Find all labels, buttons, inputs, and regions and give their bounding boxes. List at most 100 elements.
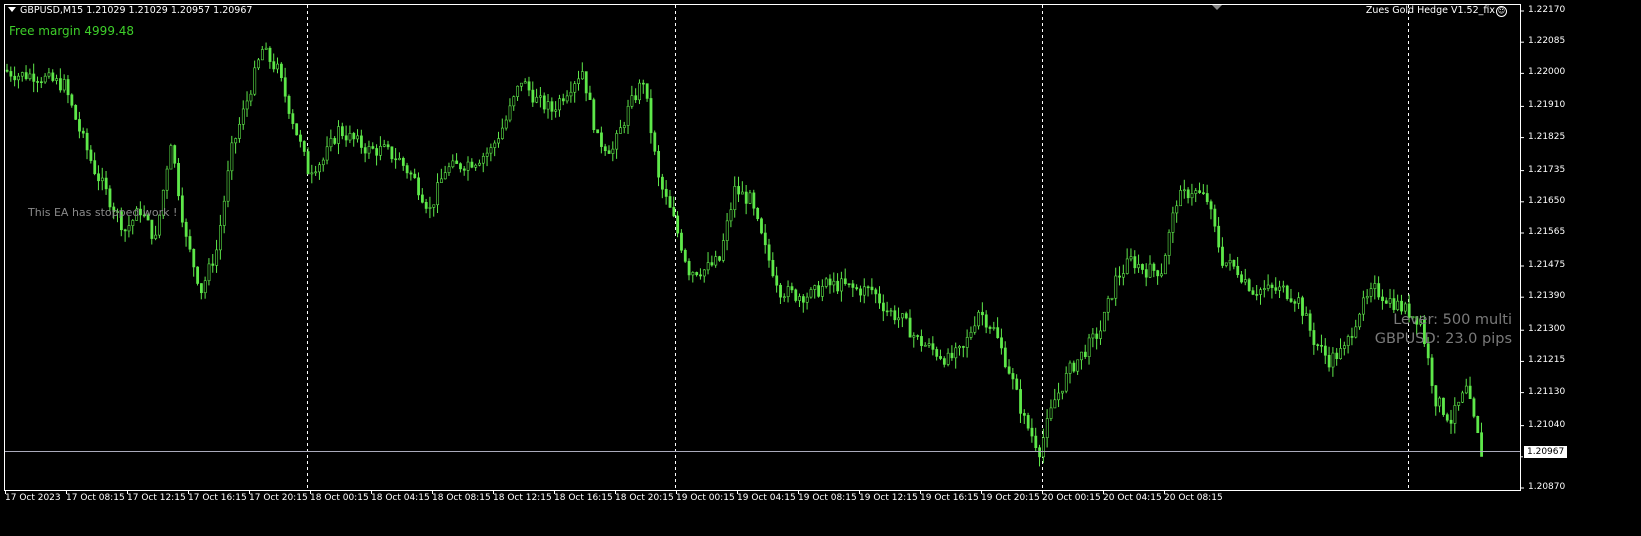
candle-body [1011,373,1015,380]
candle-body [398,157,401,161]
price-chart[interactable] [0,0,1641,536]
candle-body [607,150,611,154]
candle-body [1320,345,1323,347]
candle-body [409,172,413,175]
candle-body [1072,362,1076,372]
candle-body [798,296,801,301]
candle-body [916,335,920,337]
candle-body [9,71,13,77]
candle-body [988,326,992,329]
candle-body [855,287,859,290]
candle-body [1144,269,1148,278]
candle-body [1102,311,1106,332]
candle-body [104,177,108,190]
candle-body [203,280,207,294]
candle-body [969,331,973,338]
candle-body [314,171,318,174]
candle-body [47,72,51,77]
candle-body [603,146,607,152]
candle-body [954,347,958,359]
candle-body [241,108,245,125]
candle-body [1076,359,1080,372]
ea-name-label[interactable]: Zues Gold Hedge V1.52_fix ☺ [1366,5,1507,17]
candle-body [401,157,405,166]
candle-body [424,201,428,209]
candle-body [428,207,432,209]
candle-body [996,327,1000,339]
candle-body [866,286,870,289]
candle [1472,396,1476,419]
candle-body [630,95,634,107]
candle-body [942,358,946,365]
candle-body [230,142,234,172]
smiley-icon[interactable]: ☺ [1496,6,1507,17]
candle-body [344,135,348,141]
candle-body [965,337,969,348]
candle-body [1061,390,1064,394]
candle-body [443,172,447,180]
candle-body [17,75,20,81]
candle-body [1053,399,1057,409]
candle-body [1045,418,1049,438]
price-tick-label: 1.21390 [1528,291,1566,302]
candle-body [1297,297,1301,304]
candle-body [1141,264,1144,270]
candle-body [200,283,203,294]
candle-body [851,283,855,288]
candle-body [1007,366,1011,374]
candle-body [1476,416,1480,434]
candle-body [462,168,466,171]
candle-body [981,311,984,316]
candle-body [889,310,893,313]
candle-body [1205,193,1209,202]
price-tick-label: 1.21475 [1528,260,1566,270]
candle-body [1091,333,1095,339]
candle-body [497,138,500,144]
candle-body [1083,351,1087,357]
candle-body [196,266,200,284]
candle-body [813,285,817,290]
time-tick-label: 17 Oct 20:15 [249,493,308,503]
candle-body [508,105,512,121]
candle-body [165,168,169,191]
candle-body [1449,419,1453,424]
candle-body [862,286,866,296]
candle-body [131,220,135,226]
candle-body [710,262,714,266]
candle-body [1263,288,1266,290]
price-tick-label: 1.21565 [1528,226,1566,237]
candle-body [13,75,17,81]
candle-body [527,81,531,91]
price-tick-label: 1.21300 [1528,324,1566,335]
candle-body [908,317,912,338]
candle-body [657,150,661,178]
candle-body [318,164,321,173]
candle [1476,415,1480,434]
candle-body [840,278,843,292]
candle-body [573,83,577,93]
candle-body [1194,190,1198,194]
candle-body [1270,284,1274,288]
price-tick-label: 1.22170 [1528,5,1566,15]
candle-body [977,311,981,327]
candle-body [702,269,706,277]
time-tick-label: 18 Oct 08:15 [432,493,491,503]
candle-body [638,82,641,101]
candle-body [718,256,721,261]
time-tick-label: 20 Oct 04:15 [1103,493,1162,503]
time-tick-label: 17 Oct 08:15 [66,493,125,503]
candle-body [1369,288,1373,297]
price-tick-label: 1.21910 [1528,100,1566,111]
price-tick-label: 1.21735 [1528,164,1566,175]
candle-body [302,141,306,152]
candle-body [649,98,653,134]
candle-body [771,259,775,277]
candle-body [474,164,478,168]
candle-body [1179,190,1182,207]
time-tick-label: 17 Oct 12:15 [127,493,186,503]
candle-body [123,229,127,232]
dropdown-triangle-icon[interactable] [8,7,16,12]
candle-body [417,177,420,196]
candle-body [70,94,74,106]
price-tick-label: 1.21650 [1528,195,1566,206]
